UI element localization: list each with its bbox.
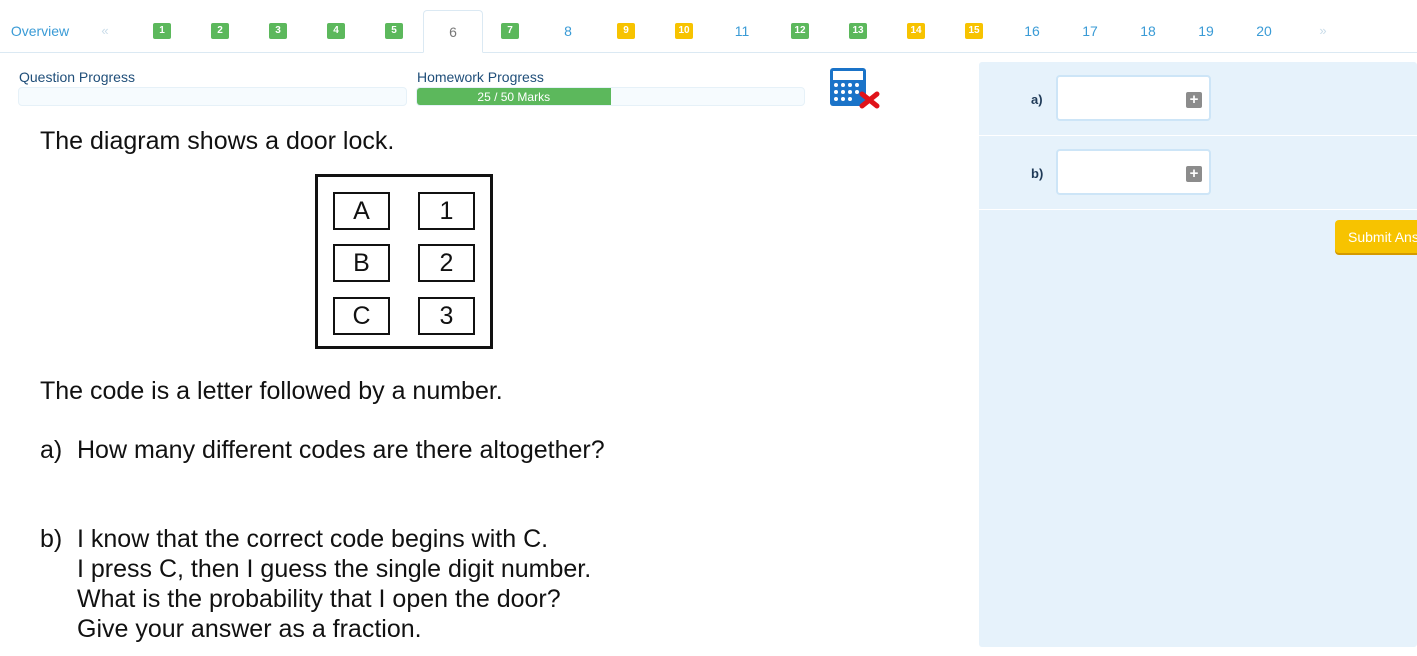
question-number: 8 bbox=[564, 22, 572, 39]
nav-question-7[interactable]: 7 bbox=[481, 10, 539, 51]
nav-question-11[interactable]: 11 bbox=[713, 10, 771, 51]
nav-question-3[interactable]: 3 bbox=[249, 10, 307, 51]
nav-question-17[interactable]: 17 bbox=[1061, 10, 1119, 51]
question-status-badge: 15 bbox=[965, 22, 983, 39]
lock-key-3: 3 bbox=[418, 297, 475, 335]
question-number: 18 bbox=[1140, 22, 1156, 39]
nav-question-15[interactable]: 15 bbox=[945, 10, 1003, 51]
question-progress-label: Question Progress bbox=[19, 69, 135, 85]
overview-link[interactable]: Overview bbox=[0, 10, 80, 51]
homework-progress-text: 25 / 50 Marks bbox=[477, 89, 551, 104]
nav-question-18[interactable]: 18 bbox=[1119, 10, 1177, 51]
nav-question-19[interactable]: 19 bbox=[1177, 10, 1235, 51]
question-number: 19 bbox=[1198, 22, 1214, 39]
part-b-line: Give your answer as a fraction. bbox=[77, 615, 422, 643]
prev-arrow-label: « bbox=[101, 23, 109, 38]
homework-progress-label: Homework Progress bbox=[417, 69, 544, 85]
question-number: 11 bbox=[734, 22, 750, 39]
lock-key-b: B bbox=[333, 244, 390, 282]
nav-question-12[interactable]: 12 bbox=[771, 10, 829, 51]
question-status-badge: 5 bbox=[385, 22, 403, 39]
question-status-badge: 1 bbox=[153, 22, 171, 39]
question-progress-bar bbox=[18, 87, 407, 106]
part-b-line: What is the probability that I open the … bbox=[77, 585, 561, 613]
nav-question-6[interactable]: 6 bbox=[423, 10, 483, 53]
answer-a-label: a) bbox=[1031, 92, 1043, 107]
answer-row-a: a) + bbox=[979, 62, 1417, 136]
question-status-badge: 10 bbox=[675, 22, 693, 39]
plus-icon[interactable]: + bbox=[1186, 166, 1202, 182]
question-number: 20 bbox=[1256, 22, 1272, 39]
nav-question-14[interactable]: 14 bbox=[887, 10, 945, 51]
nav-next-arrow[interactable]: » bbox=[1313, 10, 1333, 51]
homework-progress-fill: 25 / 50 Marks bbox=[417, 88, 611, 105]
part-b-letter: b) bbox=[40, 525, 63, 553]
submit-answers-button[interactable]: Submit Answers bbox=[1335, 220, 1417, 253]
part-b-line: I know that the correct code begins with… bbox=[77, 525, 549, 553]
answer-row-b: b) + bbox=[979, 136, 1417, 210]
question-number: 16 bbox=[1024, 22, 1040, 39]
part-a-letter: a) bbox=[40, 436, 63, 464]
code-description: The code is a letter followed by a numbe… bbox=[40, 377, 503, 405]
plus-icon[interactable]: + bbox=[1186, 92, 1202, 108]
answer-b-input[interactable]: + bbox=[1056, 149, 1211, 195]
nav-question-13[interactable]: 13 bbox=[829, 10, 887, 51]
lock-key-1: 1 bbox=[418, 192, 475, 230]
nav-question-8[interactable]: 8 bbox=[539, 10, 597, 51]
next-arrow-label: » bbox=[1319, 23, 1327, 38]
nav-prev-arrow[interactable]: « bbox=[95, 10, 115, 51]
lock-key-a: A bbox=[333, 192, 390, 230]
question-status-badge: 13 bbox=[849, 22, 867, 39]
homework-progress-bar: 25 / 50 Marks bbox=[416, 87, 805, 106]
question-intro: The diagram shows a door lock. bbox=[40, 127, 395, 155]
door-lock-diagram: A 1 B 2 C 3 bbox=[315, 174, 493, 349]
answer-panel: a) + b) + Submit Answers bbox=[979, 62, 1417, 647]
question-status-badge: 2 bbox=[211, 22, 229, 39]
question-status-badge: 12 bbox=[791, 22, 809, 39]
nav-question-1[interactable]: 1 bbox=[133, 10, 191, 51]
part-b-line: I press C, then I guess the single digit… bbox=[77, 555, 592, 583]
answer-a-input[interactable]: + bbox=[1056, 75, 1211, 121]
calculator-disabled-icon[interactable] bbox=[829, 67, 881, 109]
question-status-badge: 7 bbox=[501, 22, 519, 39]
question-status-badge: 14 bbox=[907, 22, 925, 39]
question-number: 6 bbox=[449, 23, 457, 40]
question-status-badge: 3 bbox=[269, 22, 287, 39]
nav-question-9[interactable]: 9 bbox=[597, 10, 655, 51]
lock-key-2: 2 bbox=[418, 244, 475, 282]
overview-label: Overview bbox=[10, 22, 70, 39]
nav-question-2[interactable]: 2 bbox=[191, 10, 249, 51]
lock-key-c: C bbox=[333, 297, 390, 335]
question-nav: Overview « 1 2 3 4 5 6 7 8 9 10 11 12 13 14 15 16 17 18 19… bbox=[0, 0, 1417, 53]
answer-b-label: b) bbox=[1031, 166, 1044, 181]
nav-question-4[interactable]: 4 bbox=[307, 10, 365, 51]
question-status-badge: 9 bbox=[617, 22, 635, 39]
nav-question-20[interactable]: 20 bbox=[1235, 10, 1293, 51]
nav-question-16[interactable]: 16 bbox=[1003, 10, 1061, 51]
nav-question-10[interactable]: 10 bbox=[655, 10, 713, 51]
part-a-text: How many different codes are there altog… bbox=[77, 436, 605, 464]
question-status-badge: 4 bbox=[327, 22, 345, 39]
question-number: 17 bbox=[1082, 22, 1098, 39]
nav-question-5[interactable]: 5 bbox=[365, 10, 423, 51]
